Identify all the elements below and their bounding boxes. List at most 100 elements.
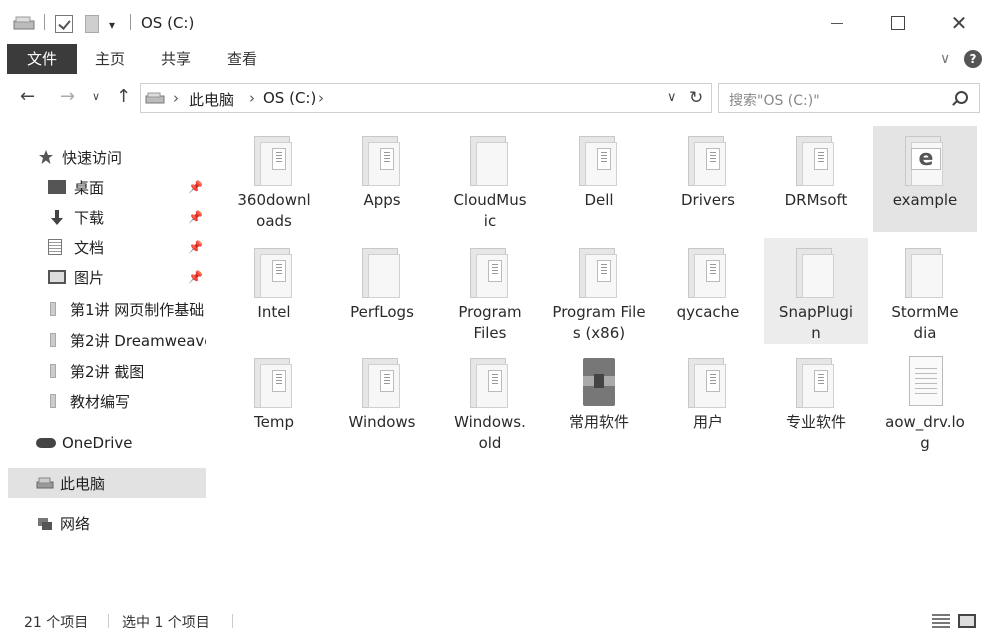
file-item[interactable]: qycache bbox=[656, 238, 760, 344]
file-item[interactable]: Temp bbox=[222, 348, 326, 454]
folder-icon bbox=[579, 132, 619, 186]
breadcrumb-chevron-icon[interactable]: › bbox=[318, 89, 324, 107]
up-button[interactable]: ↑ bbox=[116, 86, 131, 107]
address-bar[interactable]: › 此电脑 › OS (C:) › ∨ ↻ bbox=[140, 83, 712, 113]
file-item[interactable]: Intel bbox=[222, 238, 326, 344]
file-name: Drivers bbox=[681, 191, 735, 209]
folder-icon bbox=[50, 394, 56, 408]
nav-label: 第1讲 网页制作基础 bbox=[70, 300, 205, 319]
maximize-button[interactable] bbox=[876, 8, 920, 38]
help-icon[interactable]: ? bbox=[964, 50, 982, 68]
status-separator bbox=[108, 614, 109, 628]
file-name: Program Files (x86) bbox=[552, 303, 646, 342]
archive-icon bbox=[579, 354, 619, 408]
nav-label: 桌面 bbox=[74, 178, 105, 197]
file-item[interactable]: Drivers bbox=[656, 126, 760, 232]
search-input[interactable]: 搜索"OS (C:)" bbox=[729, 90, 820, 110]
maximize-icon bbox=[891, 16, 905, 30]
file-name: qycache bbox=[676, 303, 740, 321]
breadcrumb-this-pc[interactable]: 此电脑 bbox=[189, 89, 234, 110]
folder-icon bbox=[796, 354, 836, 408]
close-button[interactable]: ✕ bbox=[937, 8, 981, 38]
file-item[interactable]: Windows. old bbox=[438, 348, 542, 454]
file-item[interactable]: 常用软件 bbox=[547, 348, 651, 454]
file-item[interactable]: SnapPlugi n bbox=[764, 238, 868, 344]
file-item[interactable]: Program Files bbox=[438, 238, 542, 344]
new-folder-icon[interactable] bbox=[85, 15, 99, 33]
breadcrumb-chevron-icon[interactable]: › bbox=[249, 89, 255, 107]
desktop-icon bbox=[48, 180, 66, 194]
pin-icon[interactable]: 📌 bbox=[188, 180, 203, 194]
status-bar: 21 个项目 选中 1 个项目 bbox=[0, 608, 984, 634]
file-item[interactable]: DRMsoft bbox=[764, 126, 868, 232]
folder-icon bbox=[796, 132, 836, 186]
file-item[interactable]: 用户 bbox=[656, 348, 760, 454]
address-history-chevron-icon[interactable]: ∨ bbox=[667, 90, 677, 105]
nav-quick-access[interactable]: 快速访问 bbox=[38, 142, 246, 172]
file-item[interactable]: Program Files (x86) bbox=[547, 238, 651, 344]
search-icon[interactable] bbox=[955, 91, 968, 104]
drive-icon[interactable] bbox=[12, 12, 36, 34]
file-name: StormMe dia bbox=[891, 303, 959, 342]
status-separator bbox=[232, 614, 233, 628]
folder-icon bbox=[905, 244, 945, 298]
pin-icon[interactable]: 📌 bbox=[188, 240, 203, 254]
pictures-icon bbox=[48, 270, 66, 284]
nav-label: 图片 bbox=[74, 268, 105, 287]
this-pc-icon bbox=[36, 476, 54, 490]
text-file-icon bbox=[905, 354, 945, 408]
nav-label: 第2讲 截图 bbox=[70, 362, 145, 381]
file-item[interactable]: 专业软件 bbox=[764, 348, 868, 454]
folder-icon bbox=[470, 132, 510, 186]
network-icon bbox=[36, 516, 54, 530]
file-item[interactable]: Windows bbox=[330, 348, 434, 454]
forward-button[interactable]: → bbox=[60, 86, 75, 107]
breadcrumb-chevron-icon[interactable]: › bbox=[173, 89, 179, 107]
nav-label: 教材编写 bbox=[70, 392, 131, 411]
folder-icon bbox=[688, 244, 728, 298]
tab-file[interactable]: 文件 bbox=[7, 44, 77, 74]
file-name: 用户 bbox=[692, 413, 723, 431]
item-count: 21 个项目 bbox=[24, 615, 89, 631]
file-item[interactable]: Dell bbox=[547, 126, 651, 232]
file-name: Apps bbox=[363, 191, 401, 209]
file-item[interactable]: 360downl oads bbox=[222, 126, 326, 232]
customize-quick-access-chevron-icon[interactable]: ▾ bbox=[109, 14, 115, 36]
nav-network[interactable]: 网络 bbox=[36, 508, 244, 538]
folder-icon bbox=[50, 302, 56, 316]
pin-icon[interactable]: 📌 bbox=[188, 210, 203, 224]
refresh-icon[interactable]: ↻ bbox=[689, 88, 703, 108]
file-item[interactable]: e example bbox=[873, 126, 977, 232]
minimize-button[interactable] bbox=[815, 8, 859, 38]
this-pc-icon bbox=[145, 92, 165, 104]
expand-ribbon-icon[interactable]: ∨ bbox=[940, 51, 950, 67]
nav-onedrive[interactable]: OneDrive bbox=[36, 428, 244, 458]
recent-locations-button[interactable]: ∨ bbox=[92, 90, 100, 103]
document-icon bbox=[48, 239, 62, 255]
pin-icon[interactable]: 📌 bbox=[188, 270, 203, 284]
tab-share[interactable]: 共享 bbox=[150, 44, 202, 74]
nav-label: 此电脑 bbox=[60, 474, 106, 493]
tab-view[interactable]: 查看 bbox=[218, 44, 266, 74]
file-item[interactable]: aow_drv.lo g bbox=[873, 348, 977, 454]
file-name: CloudMus ic bbox=[453, 191, 527, 230]
nav-this-pc[interactable]: 此电脑 bbox=[8, 468, 206, 498]
file-item[interactable]: PerfLogs bbox=[330, 238, 434, 344]
large-icons-view-icon[interactable] bbox=[958, 614, 976, 628]
back-button[interactable]: ← bbox=[20, 86, 35, 107]
folder-icon bbox=[579, 244, 619, 298]
folder-icon bbox=[254, 354, 294, 408]
file-item[interactable]: StormMe dia bbox=[873, 238, 977, 344]
file-item[interactable]: CloudMus ic bbox=[438, 126, 542, 232]
navigation-pane: 快速访问 桌面 📌 下载 📌 文档 📌 图片 📌 第1讲 网页制作基础 第2讲 … bbox=[0, 122, 210, 602]
breadcrumb-os-c[interactable]: OS (C:) bbox=[263, 89, 316, 107]
search-box[interactable]: 搜索"OS (C:)" bbox=[718, 83, 980, 113]
folder-icon bbox=[470, 354, 510, 408]
tab-home[interactable]: 主页 bbox=[86, 44, 134, 74]
details-view-icon[interactable] bbox=[932, 614, 950, 628]
folder-icon bbox=[796, 244, 836, 298]
folder-icon bbox=[688, 354, 728, 408]
file-item[interactable]: Apps bbox=[330, 126, 434, 232]
properties-check-icon[interactable] bbox=[55, 15, 73, 33]
nav-label: 文档 bbox=[74, 238, 105, 257]
